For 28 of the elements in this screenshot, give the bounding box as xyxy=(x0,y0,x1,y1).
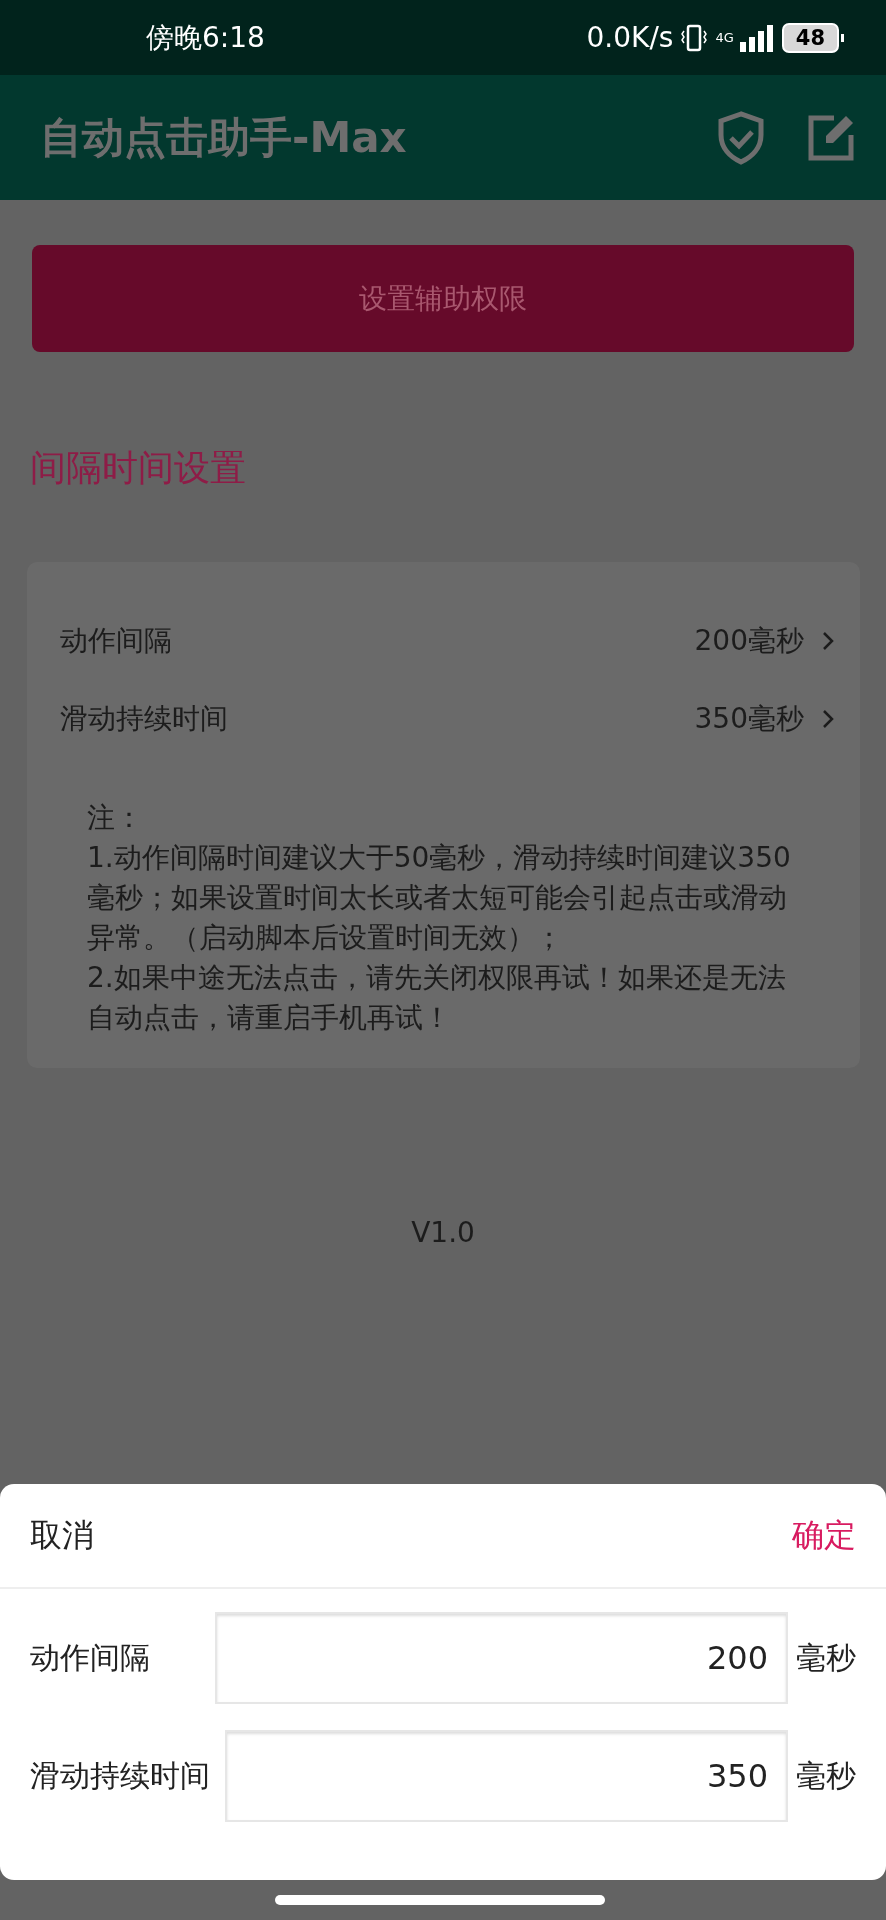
setting-value[interactable]: 200毫秒 xyxy=(694,622,804,660)
network-speed: 0.0K/s xyxy=(586,21,674,54)
field-label: 滑动持续时间 xyxy=(30,1756,211,1795)
setting-value[interactable]: 350毫秒 xyxy=(694,700,804,738)
field-label: 动作间隔 xyxy=(30,1638,151,1677)
unit-label: 毫秒 xyxy=(796,1638,856,1677)
note-text: 1.动作间隔时间建议大于50毫秒，滑动持续时间建议350毫秒；如果设置时间太长或者太短可能会引起点击或滑动异常。（启动脚本后设置时间无效）； xyxy=(87,840,792,956)
setting-label: 滑动持续时间 xyxy=(60,701,229,737)
status-time: 傍晚6:18 xyxy=(146,19,265,56)
shield-check-icon[interactable] xyxy=(716,110,766,165)
chevron-right-icon[interactable] xyxy=(822,631,834,651)
input-field[interactable]: 350 xyxy=(225,1730,788,1822)
setting-label: 动作间隔 xyxy=(60,623,173,659)
permission-button[interactable]: 设置辅助权限 xyxy=(32,245,854,352)
chevron-right-icon[interactable] xyxy=(822,709,834,729)
input-field[interactable]: 200 xyxy=(215,1612,788,1704)
battery-indicator: 48 xyxy=(781,22,844,53)
network-type: 4G xyxy=(715,31,734,44)
note-heading: 注： xyxy=(87,800,144,836)
vibrate-icon xyxy=(679,22,710,53)
version-label: V1.0 xyxy=(411,1216,475,1249)
app-title: 自动点击助手-Max xyxy=(40,111,408,164)
section-title: 间隔时间设置 xyxy=(30,446,247,490)
signal-icon xyxy=(739,23,776,52)
cancel-button[interactable]: 取消 xyxy=(30,1513,94,1558)
unit-label: 毫秒 xyxy=(796,1756,856,1795)
note-text: 2.如果中途无法点击，请先关闭权限再试！如果还是无法自动点击，请重启手机再试！ xyxy=(87,960,787,1036)
confirm-button[interactable]: 确定 xyxy=(792,1513,856,1558)
